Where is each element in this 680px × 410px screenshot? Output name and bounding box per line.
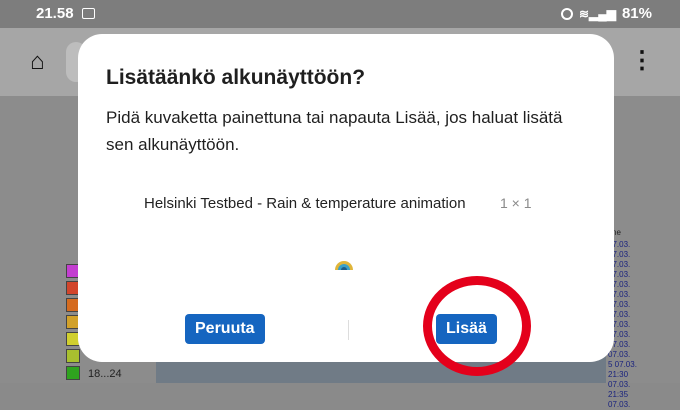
time-entry[interactable]: 07.03.	[608, 280, 652, 290]
time-entry[interactable]: 07.03.	[608, 290, 652, 300]
app-name: Helsinki Testbed - Rain & temperature an…	[144, 195, 466, 212]
time-entry[interactable]: 07.03.	[608, 250, 652, 260]
app-icon[interactable]	[333, 250, 355, 272]
time-entry[interactable]: 07.03.	[608, 260, 652, 270]
home-icon[interactable]: ⌂	[30, 48, 45, 76]
legend-swatch	[66, 366, 80, 380]
time-entry[interactable]: 07.03.	[608, 240, 652, 250]
alarm-icon	[560, 7, 573, 20]
cancel-button[interactable]: Peruuta	[185, 314, 265, 344]
time-entry[interactable]: 21:35 07.03.	[608, 390, 652, 410]
time-entry[interactable]: 07.03.	[608, 340, 652, 350]
legend-swatch	[66, 349, 80, 363]
time-entry[interactable]: 5 07.03.	[608, 360, 652, 370]
dialog-body: Pidä kuvaketta painettuna tai napauta Li…	[106, 108, 563, 154]
dialog-title: Lisätäänkö alkunäyttöön?	[106, 66, 366, 89]
time-entry[interactable]: 07.03.	[608, 330, 652, 340]
status-time: 21.58	[36, 5, 74, 22]
time-entry[interactable]: 07.03.	[608, 350, 652, 360]
wifi-signal-icon: ≋▂▄▆	[578, 6, 616, 21]
time-entry[interactable]: 07.03.	[608, 310, 652, 320]
image-notification-icon	[82, 8, 95, 19]
time-header: ime	[608, 228, 621, 237]
time-entry[interactable]: 07.03.	[608, 270, 652, 280]
add-to-home-dialog: Lisätäänkö alkunäyttöön? Pidä kuvaketta …	[78, 34, 614, 362]
more-menu-icon[interactable]: ⋮	[630, 46, 654, 75]
battery-level: 81%	[621, 5, 652, 22]
legend-label: 18...24	[88, 368, 122, 380]
button-divider	[348, 320, 349, 340]
app-size: 1 × 1	[500, 195, 532, 211]
time-entry[interactable]: 07.03.	[608, 320, 652, 330]
status-bar: 21.58 ≋▂▄▆ 81%	[0, 0, 680, 28]
status-right: ≋▂▄▆ 81%	[560, 5, 652, 22]
highlight-circle	[423, 276, 531, 376]
time-entry[interactable]: 07.03.	[608, 300, 652, 310]
time-entry[interactable]: 21:30 07.03.	[608, 370, 652, 390]
